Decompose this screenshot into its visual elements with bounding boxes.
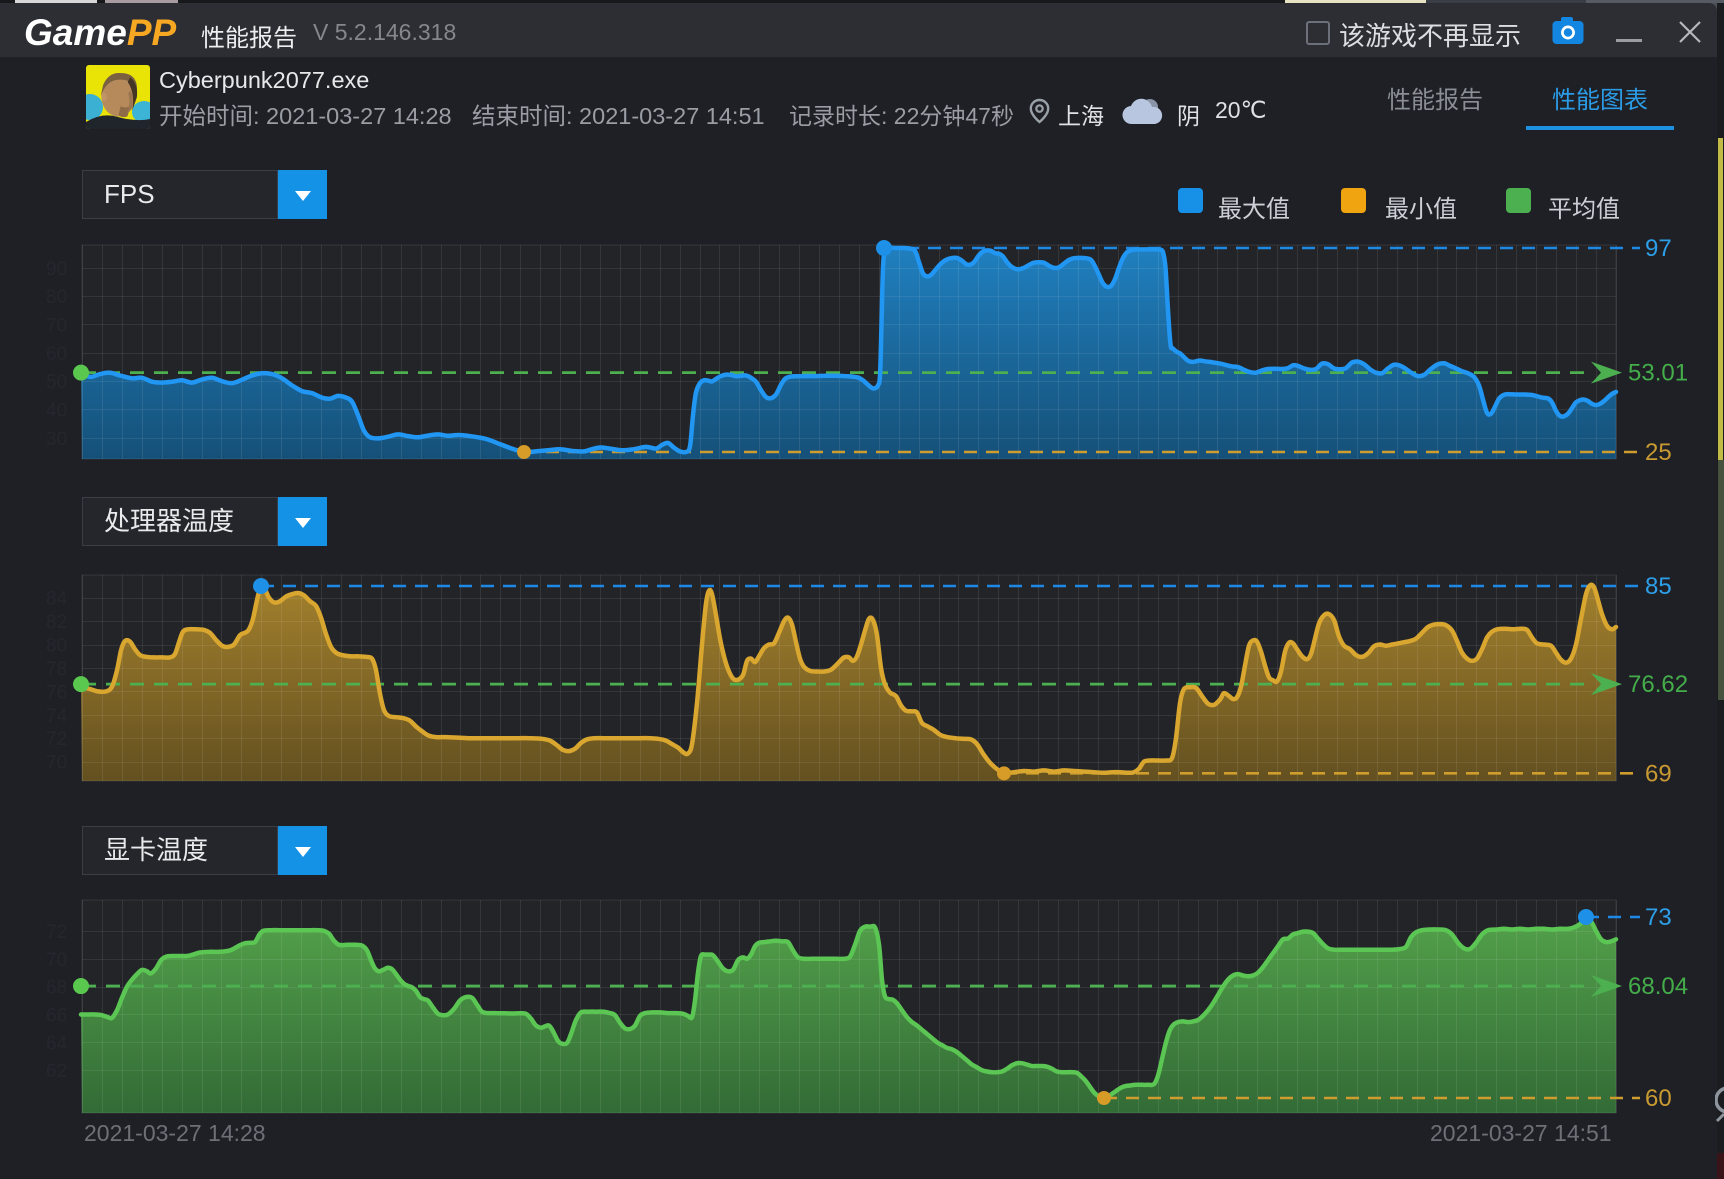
- svg-text:60: 60: [46, 344, 67, 365]
- svg-text:97: 97: [1645, 235, 1672, 262]
- svg-text:90: 90: [46, 259, 67, 280]
- svg-text:76: 76: [46, 682, 67, 703]
- svg-text:68.04: 68.04: [1628, 973, 1688, 1000]
- svg-text:50: 50: [46, 372, 67, 393]
- svg-text:78: 78: [46, 659, 67, 680]
- svg-text:69: 69: [1645, 760, 1672, 787]
- svg-text:80: 80: [46, 636, 67, 657]
- svg-text:82: 82: [46, 612, 67, 633]
- svg-text:60: 60: [1645, 1085, 1672, 1112]
- svg-text:66: 66: [46, 1005, 67, 1026]
- svg-text:68: 68: [46, 978, 67, 999]
- svg-text:70: 70: [46, 950, 67, 971]
- svg-text:73: 73: [1645, 904, 1672, 931]
- svg-text:70: 70: [46, 753, 67, 774]
- svg-text:40: 40: [46, 400, 67, 421]
- svg-text:80: 80: [46, 287, 67, 308]
- svg-text:64: 64: [46, 1033, 68, 1054]
- svg-text:74: 74: [46, 706, 68, 727]
- svg-text:30: 30: [46, 429, 67, 450]
- svg-text:25: 25: [1645, 439, 1672, 466]
- svg-text:72: 72: [46, 922, 67, 943]
- svg-text:76.62: 76.62: [1628, 671, 1688, 698]
- svg-text:72: 72: [46, 729, 67, 750]
- svg-text:84: 84: [46, 589, 68, 610]
- svg-text:53.01: 53.01: [1628, 360, 1688, 387]
- svg-text:62: 62: [46, 1061, 67, 1082]
- svg-text:85: 85: [1645, 573, 1672, 600]
- svg-text:70: 70: [46, 315, 67, 336]
